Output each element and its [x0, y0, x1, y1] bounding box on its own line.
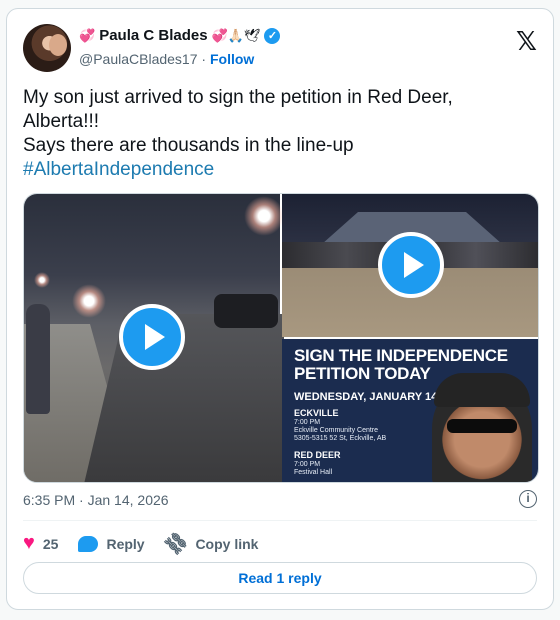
- poster-title-line-1: SIGN THE INDEPENDENCE: [294, 346, 508, 365]
- tweet-date: Jan 14, 2026: [87, 492, 169, 508]
- read-replies-button[interactable]: Read 1 reply: [23, 562, 537, 594]
- cap: [434, 373, 530, 407]
- tweet-text: My son just arrived to sign the petition…: [23, 86, 533, 182]
- separator: ·: [79, 492, 84, 508]
- poster-loc1-address: 5305-5315 52 St, Eckville, AB: [294, 435, 387, 442]
- poster-loc1-venue: Eckville Community Centre: [294, 427, 379, 434]
- avatar[interactable]: [23, 24, 71, 72]
- poster-loc2-name: RED DEER: [294, 450, 341, 460]
- poster-date: WEDNESDAY, JANUARY 14: [294, 391, 438, 403]
- streetlight: [244, 196, 284, 236]
- like-count: 25: [42, 535, 59, 552]
- tweet-card: 💞 Paula C Blades 💞🙏🏻🕊 ✓ @PaulaCBlades17 …: [6, 8, 554, 610]
- follow-button[interactable]: Follow: [210, 51, 254, 67]
- lot-light: [282, 194, 296, 208]
- sunglasses: [447, 419, 517, 433]
- media-grid: SIGN THE INDEPENDENCE PETITION TODAY WED…: [23, 193, 539, 483]
- headlight: [72, 284, 106, 318]
- divider: [23, 520, 537, 521]
- poster-loc2-time: 7:00 PM: [294, 461, 321, 468]
- poster-location-2: RED DEER 7:00 PM Festival Hall: [294, 451, 341, 477]
- action-bar: ♥ 25 Reply ⛓ Copy link: [23, 528, 278, 558]
- emoji-suffix: 💞🙏🏻🕊: [211, 27, 261, 43]
- poster-location-1: ECKVILLE 7:00 PM Eckville Community Cent…: [294, 409, 386, 443]
- reply-button[interactable]: Reply: [78, 535, 145, 552]
- like-button[interactable]: ♥ 25: [23, 532, 58, 555]
- taillight: [34, 272, 50, 288]
- video-thumbnail-2[interactable]: [282, 194, 538, 337]
- poster-loc1-name: ECKVILLE: [294, 408, 339, 418]
- link-icon: ⛓: [160, 527, 191, 559]
- author-handle[interactable]: @PaulaCBlades17: [79, 51, 198, 67]
- reply-label: Reply: [106, 535, 145, 552]
- info-icon[interactable]: i: [519, 490, 537, 508]
- poster-loc1-time: 7:00 PM: [294, 419, 321, 426]
- video-thumbnail-1[interactable]: [24, 194, 284, 482]
- verified-check-icon: ✓: [264, 27, 281, 44]
- lot-light: [282, 208, 296, 222]
- author-name[interactable]: Paula C Blades: [99, 27, 207, 44]
- petition-poster-image[interactable]: SIGN THE INDEPENDENCE PETITION TODAY WED…: [282, 339, 538, 482]
- x-logo-icon[interactable]: 𝕏: [516, 27, 537, 57]
- reply-bubble-icon: [78, 535, 99, 552]
- timestamp[interactable]: 6:35 PM · Jan 14, 2026: [23, 492, 169, 508]
- play-button-icon[interactable]: [378, 232, 444, 298]
- heart-icon: ♥: [23, 532, 35, 554]
- poster-loc2-venue: Festival Hall: [294, 469, 333, 476]
- tweet-time: 6:35 PM: [23, 492, 76, 508]
- person: [26, 304, 50, 414]
- avatar-face: [49, 34, 67, 56]
- handle-row: @PaulaCBlades17 · Follow: [79, 51, 254, 67]
- car: [214, 294, 278, 328]
- copy-link-label: Copy link: [195, 535, 259, 552]
- hashtag-link[interactable]: #AlbertaIndependence: [23, 158, 533, 182]
- tweet-line-2: Says there are thousands in the line-up: [23, 135, 354, 156]
- author-name-row[interactable]: 💞 Paula C Blades 💞🙏🏻🕊 ✓: [79, 27, 281, 44]
- play-button-icon[interactable]: [119, 304, 185, 370]
- copy-link-button[interactable]: ⛓ Copy link: [161, 528, 259, 558]
- tweet-line-1: My son just arrived to sign the petition…: [23, 87, 453, 132]
- heart-emoji: 💞: [79, 27, 96, 43]
- separator: ·: [201, 51, 207, 67]
